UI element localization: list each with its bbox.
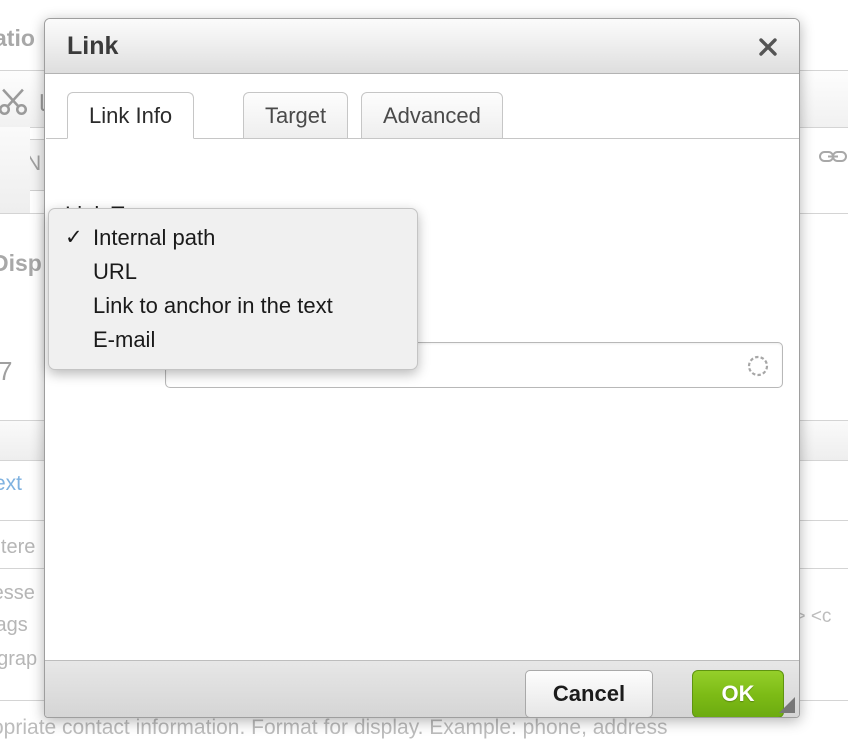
background-link-text[interactable]: ext (0, 472, 22, 496)
background-help-text: opriate contact information. Format for … (0, 716, 668, 739)
background-panel-left (0, 127, 30, 213)
ok-button[interactable]: OK (692, 670, 784, 717)
dropdown-option-url[interactable]: URL (49, 255, 417, 289)
background-number-value: 7 (0, 356, 13, 386)
background-paragraph-text: agrap (0, 648, 38, 670)
dropdown-option-email[interactable]: E-mail (49, 323, 417, 357)
tab-advanced[interactable]: Advanced (361, 92, 503, 139)
background-tags-text: tags (0, 614, 28, 636)
background-section-heading: atio (0, 25, 35, 51)
dropdown-option-anchor[interactable]: Link to anchor in the text (49, 289, 417, 323)
autocomplete-throbber-icon (746, 354, 770, 378)
link-type-dropdown-menu[interactable]: ✓ Internal path URL Link to anchor in th… (48, 208, 418, 370)
dropdown-option-label: URL (93, 259, 138, 284)
link-icon[interactable] (818, 144, 848, 173)
cut-icon[interactable] (0, 84, 30, 123)
dropdown-option-label: Link to anchor in the text (93, 293, 333, 318)
background-display-label: Disp (0, 250, 42, 276)
close-icon[interactable] (749, 28, 787, 66)
tab-link-info[interactable]: Link Info (67, 92, 195, 139)
dialog-footer: Cancel OK (45, 660, 799, 717)
background-address-text: resse (0, 582, 35, 604)
dropdown-option-label: E-mail (93, 327, 156, 352)
dialog-title: Link (67, 32, 119, 60)
dialog-titlebar[interactable]: Link (45, 19, 799, 74)
dropdown-option-internal-path[interactable]: ✓ Internal path (49, 221, 417, 255)
check-icon: ✓ (65, 226, 83, 249)
cancel-button[interactable]: Cancel (525, 670, 653, 717)
background-filtered-text: iltere (0, 536, 36, 558)
tab-target[interactable]: Target (243, 92, 349, 139)
resize-handle[interactable] (779, 697, 795, 713)
dropdown-option-label: Internal path (93, 225, 216, 250)
